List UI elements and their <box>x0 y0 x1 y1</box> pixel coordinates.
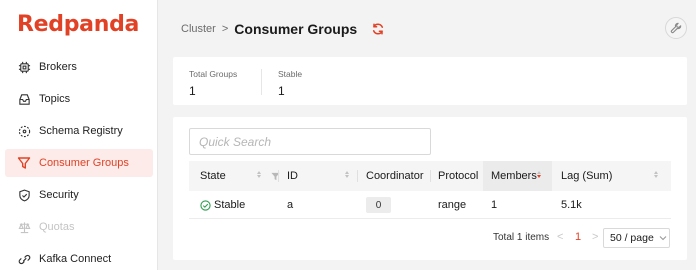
cell-lag: 5.1k <box>561 199 582 211</box>
table-header: State ID Coordinator Protocol Members La… <box>189 161 671 191</box>
inbox-icon <box>17 92 31 106</box>
sidebar-item-consumer-groups[interactable]: Consumer Groups <box>5 149 153 177</box>
sidebar-item-label: Consumer Groups <box>39 157 129 169</box>
page-header: Cluster > Consumer Groups <box>181 19 385 39</box>
stat-divider <box>261 69 262 95</box>
stat-label: Stable <box>278 69 303 79</box>
cell-state: Stable <box>200 191 245 219</box>
refresh-icon[interactable] <box>371 22 385 36</box>
sidebar-item-quotas: Quotas <box>5 213 153 241</box>
page-size-select[interactable]: 50 / page <box>603 228 670 248</box>
breadcrumb-separator: > <box>221 23 229 35</box>
link-icon <box>17 252 31 266</box>
sidebar-item-topics[interactable]: Topics <box>5 85 153 113</box>
sort-icon[interactable] <box>257 171 261 178</box>
chip-icon <box>17 60 31 74</box>
column-header-coordinator: Coordinator <box>366 170 424 182</box>
stat-label: Total Groups <box>189 69 238 79</box>
sort-icon[interactable] <box>654 171 658 178</box>
sidebar-item-security[interactable]: Security <box>5 181 153 209</box>
column-header-members[interactable]: Members <box>491 161 537 191</box>
funnel-icon <box>17 156 31 170</box>
consumer-groups-table-card: State ID Coordinator Protocol Members La… <box>173 117 687 260</box>
stats-card: Total Groups 1 Stable 1 <box>173 57 687 105</box>
sidebar-item-schema-registry[interactable]: Schema Registry <box>5 117 153 145</box>
sidebar-item-label: Schema Registry <box>39 125 123 137</box>
column-header-state[interactable]: State <box>200 161 226 191</box>
column-header-protocol: Protocol <box>438 170 479 182</box>
table-row[interactable]: Stable a 0 range 1 5.1k <box>189 191 671 219</box>
pagination-next[interactable]: > <box>592 227 598 247</box>
chevron-down-icon <box>659 235 667 241</box>
sidebar-item-label: Kafka Connect <box>39 253 112 265</box>
sidebar-item-label: Topics <box>39 93 71 105</box>
stat-value: 1 <box>189 84 196 98</box>
coordinator-badge: 0 <box>366 197 391 213</box>
pagination-total: Total 1 items <box>493 231 550 243</box>
check-circle-icon <box>200 199 211 211</box>
sidebar-item-label: Security <box>39 189 79 201</box>
sort-icon[interactable] <box>345 171 349 178</box>
column-divider <box>278 170 279 182</box>
sort-desc-icon[interactable] <box>537 171 541 178</box>
state-text: Stable <box>214 199 246 211</box>
stat-stable: Stable 1 <box>278 69 302 98</box>
search-input[interactable] <box>189 128 431 155</box>
sidebar-nav: Brokers Topics Schema Registry Consumer … <box>5 53 153 270</box>
cell-id[interactable]: a <box>287 191 293 219</box>
column-divider <box>357 170 358 182</box>
schema-icon <box>17 124 31 138</box>
cell-coordinator: 0 <box>366 191 391 219</box>
scale-icon <box>17 220 31 234</box>
redpanda-logo[interactable]: Redpanda <box>17 12 139 37</box>
sidebar-item-label: Brokers <box>39 61 77 73</box>
sidebar-item-brokers[interactable]: Brokers <box>5 53 153 81</box>
breadcrumb-cluster[interactable]: Cluster <box>181 23 216 35</box>
column-header-lag[interactable]: Lag (Sum) <box>561 161 612 191</box>
sidebar: Redpanda Brokers Topics Schema Registry … <box>0 0 158 270</box>
shield-icon <box>17 188 31 202</box>
page-title: Consumer Groups <box>234 21 358 37</box>
stat-total-groups: Total Groups 1 <box>189 69 237 98</box>
column-header-id[interactable]: ID <box>287 161 298 191</box>
pagination-page-1[interactable]: 1 <box>575 227 581 247</box>
pagination-prev[interactable]: < <box>557 227 563 247</box>
cell-members: 1 <box>491 199 498 211</box>
stat-value: 1 <box>278 84 285 98</box>
wrench-icon[interactable] <box>665 17 687 39</box>
column-divider <box>430 170 431 182</box>
sidebar-item-label: Quotas <box>39 221 75 233</box>
cell-protocol: range <box>438 199 467 211</box>
page-size-value: 50 / page <box>610 232 654 244</box>
sidebar-item-kafka-connect[interactable]: Kafka Connect <box>5 245 153 270</box>
